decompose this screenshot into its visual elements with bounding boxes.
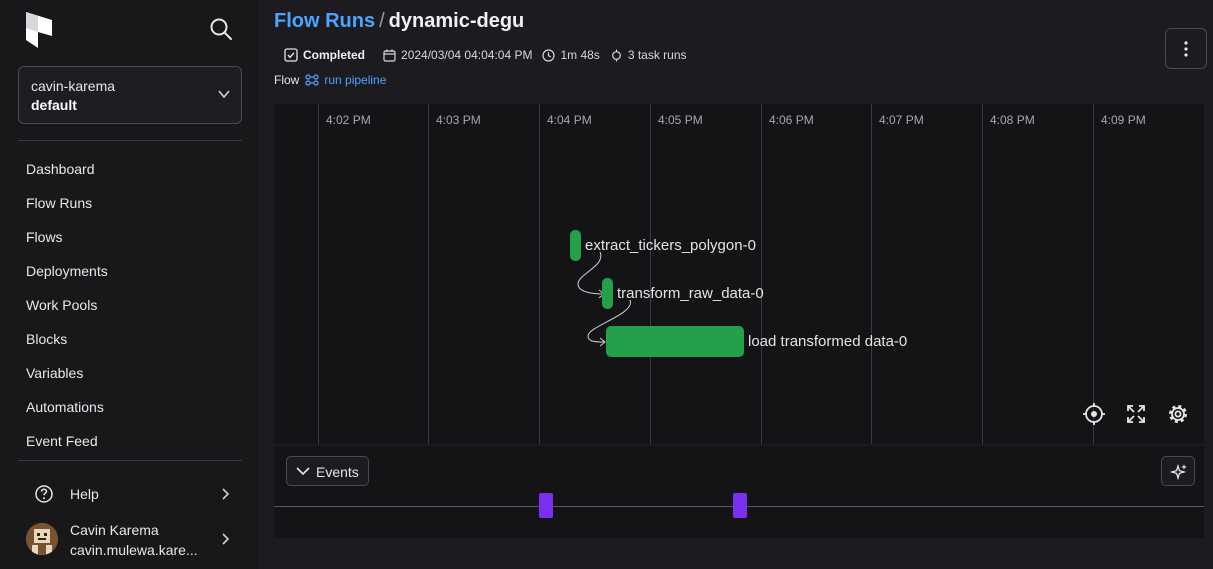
calendar-icon <box>383 49 396 62</box>
task-run-bar-transform[interactable] <box>602 278 613 309</box>
chevron-down-icon <box>296 467 310 476</box>
gear-icon[interactable] <box>1166 402 1190 426</box>
sparkles-button[interactable] <box>1161 456 1195 486</box>
breadcrumb-separator: / <box>379 10 385 32</box>
events-panel: Events <box>274 446 1204 538</box>
chevron-right-icon <box>222 488 230 500</box>
sidebar-item-deployments[interactable]: Deployments <box>18 254 242 288</box>
sidebar-item-dashboard[interactable]: Dashboard <box>18 152 242 186</box>
help-label: Help <box>70 486 99 502</box>
sparkles-icon <box>1170 463 1187 481</box>
sidebar-item-flows[interactable]: Flows <box>18 220 242 254</box>
start-time-value: 2024/03/04 04:04:04 PM <box>401 48 533 62</box>
task-run-bar-extract[interactable] <box>570 230 581 261</box>
flow-name: run pipeline <box>324 73 387 87</box>
avatar <box>26 523 58 555</box>
user-email: cavin.mulewa.kare... <box>70 542 198 558</box>
flow-info: Flow run pipeline <box>274 73 386 87</box>
run-timeline[interactable]: 4:02 PM 4:03 PM 4:04 PM 4:05 PM 4:06 PM … <box>274 104 1204 444</box>
search-icon[interactable] <box>208 16 234 42</box>
target-icon[interactable] <box>1082 402 1106 426</box>
sidebar-item-flow-runs[interactable]: Flow Runs <box>18 186 242 220</box>
duration-value: 1m 48s <box>560 48 600 62</box>
task-run-icon <box>611 49 621 61</box>
page-title: dynamic-degu <box>388 10 525 32</box>
chevron-down-icon <box>218 90 230 99</box>
help-icon <box>35 485 53 503</box>
state-badge: Completed <box>284 48 373 62</box>
start-time: 2024/03/04 04:04:04 PM <box>383 48 532 62</box>
sidebar-item-event-feed[interactable]: Event Feed <box>18 424 242 458</box>
events-toggle-button[interactable]: Events <box>286 456 369 486</box>
breadcrumb: Flow Runs / dynamic-degu <box>274 10 524 33</box>
clock-icon <box>542 48 556 62</box>
user-menu[interactable]: Cavin Karema cavin.mulewa.kare... <box>18 518 242 562</box>
task-run-bar-load[interactable] <box>606 326 744 357</box>
state-label: Completed <box>303 48 366 62</box>
user-name: Cavin Karema <box>70 522 159 538</box>
events-toggle-label: Events <box>316 464 359 480</box>
chevron-right-icon <box>222 533 230 545</box>
workspace-select[interactable]: cavin-karema default <box>18 66 242 124</box>
run-meta: Completed 2024/03/04 04:04:04 PM 1m 48s … <box>284 46 697 64</box>
sidebar-item-blocks[interactable]: Blocks <box>18 322 242 356</box>
sidebar-divider-bottom <box>18 460 242 461</box>
task-run-label-transform[interactable]: transform_raw_data-0 <box>617 285 764 302</box>
sidebar: cavin-karema default Dashboard Flow Runs… <box>0 0 258 569</box>
event-marker[interactable] <box>539 493 553 518</box>
sidebar-nav: Dashboard Flow Runs Flows Deployments Wo… <box>18 152 242 458</box>
sidebar-divider <box>18 140 242 141</box>
flow-label: Flow <box>274 73 300 87</box>
kebab-icon <box>1184 41 1188 57</box>
sidebar-item-variables[interactable]: Variables <box>18 356 242 390</box>
check-square-icon <box>284 48 298 62</box>
task-run-count: 3 task runs <box>610 48 687 62</box>
flow-link[interactable]: run pipeline <box>305 73 386 87</box>
more-actions-button[interactable] <box>1165 28 1207 69</box>
sidebar-item-work-pools[interactable]: Work Pools <box>18 288 242 322</box>
expand-icon[interactable] <box>1124 402 1148 426</box>
sidebar-item-automations[interactable]: Automations <box>18 390 242 424</box>
task-run-label-load[interactable]: load transformed data-0 <box>748 333 907 350</box>
duration: 1m 48s <box>542 48 600 62</box>
flow-icon <box>305 74 319 86</box>
dependency-arrows <box>577 251 631 347</box>
task-run-count-value: 3 task runs <box>627 48 687 62</box>
workspace-account: cavin-karema <box>31 78 116 94</box>
task-run-label-extract[interactable]: extract_tickers_polygon-0 <box>585 237 756 254</box>
event-marker[interactable] <box>733 493 747 518</box>
workspace-name: default <box>31 97 77 113</box>
help-menu[interactable]: Help <box>18 478 242 510</box>
prefect-logo[interactable] <box>26 12 52 48</box>
breadcrumb-flow-runs-link[interactable]: Flow Runs <box>274 10 375 32</box>
